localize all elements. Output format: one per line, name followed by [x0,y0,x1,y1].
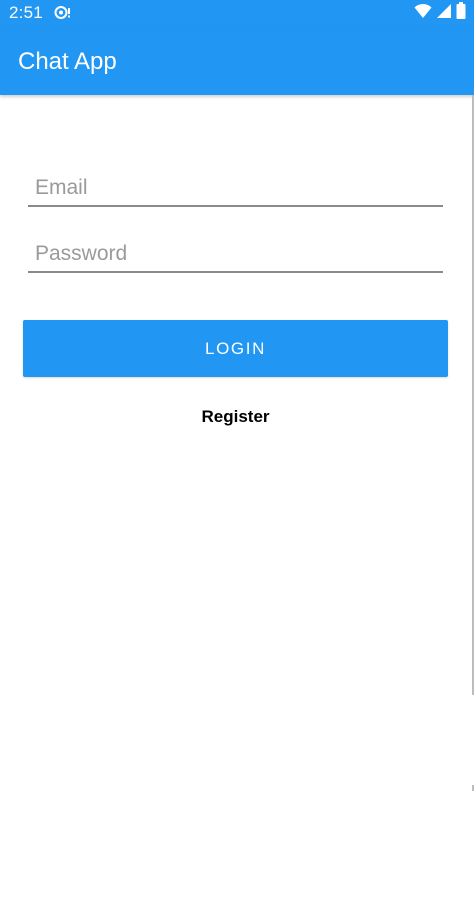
login-button[interactable]: LOGIN [23,320,448,377]
status-time: 2:51 [9,3,43,22]
chat-bubble-icon [54,5,72,21]
register-link[interactable]: Register [0,407,471,427]
status-bar: 2:51 [0,0,474,26]
email-field[interactable] [28,171,443,207]
app-title: Chat App [18,48,117,75]
login-screen: 2:51 Chat App Email LOGIN Register [0,0,474,914]
status-icons [414,2,466,24]
app-bar: Chat App [0,26,474,95]
battery-icon [456,2,466,24]
password-field[interactable] [28,237,443,273]
cellular-signal-icon [436,3,452,24]
wifi-icon [414,3,432,24]
